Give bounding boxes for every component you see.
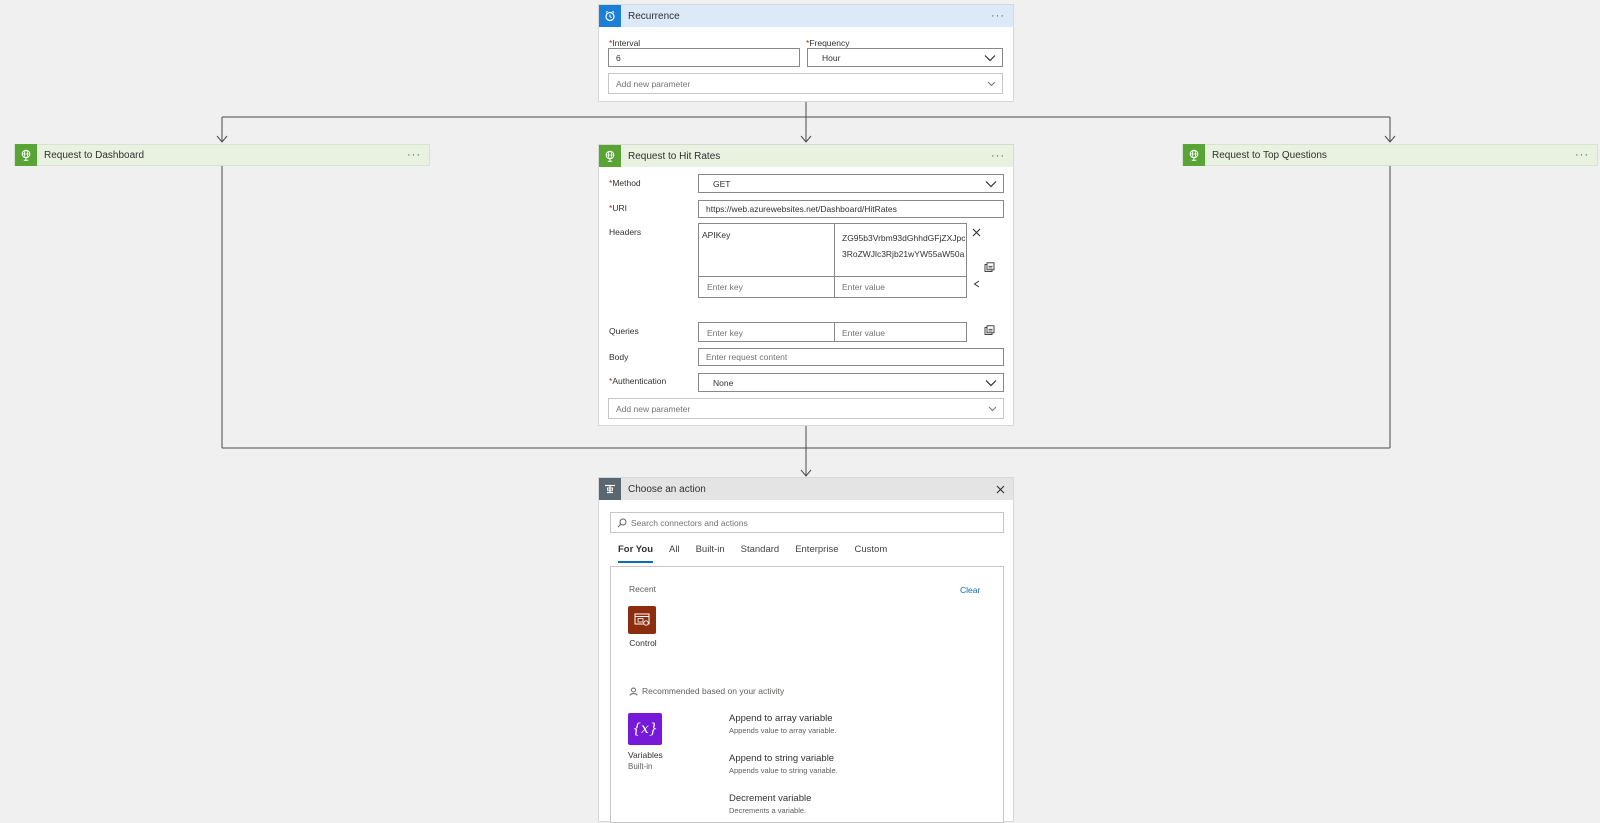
globe-icon <box>1183 144 1205 166</box>
header-value-input[interactable]: ZG95b3Vrbm93dGhhdGFjZXJpc 3RoZWJlc3Rjb21… <box>842 230 965 262</box>
top-questions-action-card[interactable]: Request to Top Questions ··· <box>1182 144 1598 166</box>
globe-icon <box>599 145 621 167</box>
close-icon <box>996 485 1004 493</box>
frequency-label: *Frequency <box>806 38 850 48</box>
dashboard-more-button[interactable]: ··· <box>405 149 423 161</box>
body-input[interactable]: Enter request content <box>698 348 1004 366</box>
recurrence-header[interactable]: Recurrence ··· <box>599 5 1013 27</box>
tab-all[interactable]: All <box>669 544 680 563</box>
switch-text-mode-icon[interactable] <box>984 325 995 336</box>
action-append-to-array-variable[interactable]: Append to array variable Appends value t… <box>729 713 837 735</box>
variables-tile-label: Variables <box>628 750 663 760</box>
choose-action-header: Choose an action <box>599 478 1013 500</box>
chevron-down-icon <box>988 406 997 411</box>
chevron-down-icon <box>987 81 996 86</box>
person-icon <box>629 687 638 696</box>
dashboard-action-card[interactable]: Request to Dashboard ··· <box>14 144 430 166</box>
recurrence-more-button[interactable]: ··· <box>989 10 1007 22</box>
operation-icon <box>599 478 621 500</box>
method-select[interactable]: GET <box>698 174 1004 193</box>
headers-table: APIKey ZG95b3Vrbm93dGhhdGFjZXJpc 3RoZWJl… <box>698 223 967 298</box>
hit-rates-header[interactable]: Request to Hit Rates ··· <box>599 145 1013 167</box>
switch-text-mode-icon[interactable] <box>984 262 995 273</box>
variables-icon: {x} <box>628 713 662 745</box>
queries-label: Queries <box>609 326 639 336</box>
clear-link[interactable]: Clear <box>960 585 980 595</box>
chevron-down-icon <box>985 180 997 187</box>
recurrence-card[interactable]: Recurrence ··· *Interval 6 *Frequency Ho… <box>598 4 1014 102</box>
header-new-value-input[interactable]: Enter value <box>842 282 885 292</box>
frequency-select[interactable]: Hour <box>807 48 1003 67</box>
search-input[interactable]: Search connectors and actions <box>610 512 1004 533</box>
uri-label: *URI <box>609 203 627 213</box>
header-key-input[interactable]: APIKey <box>702 230 730 240</box>
variables-tile-sublabel: Built-in <box>628 762 653 771</box>
action-decrement-variable[interactable]: Decrement variable Decrements a variable… <box>729 793 811 815</box>
top-questions-more-button[interactable]: ··· <box>1573 149 1591 161</box>
authentication-select[interactable]: None <box>698 373 1004 392</box>
add-parameter-select[interactable]: Add new parameter <box>608 73 1003 94</box>
headers-label: Headers <box>609 227 642 237</box>
chevron-down-icon <box>985 379 997 386</box>
close-icon[interactable] <box>972 228 981 237</box>
uri-input[interactable]: https://web.azurewebsites.net/Dashboard/… <box>698 200 1004 218</box>
tab-enterprise[interactable]: Enterprise <box>795 544 838 563</box>
body-label: Body <box>609 352 629 362</box>
close-button[interactable] <box>991 485 1009 494</box>
choose-action-card: Choose an action Search connectors and a… <box>598 477 1014 823</box>
control-tile[interactable]: Control <box>628 606 658 648</box>
queries-table: Enter key Enter value <box>698 322 967 342</box>
tab-custom[interactable]: Custom <box>855 544 888 563</box>
dashboard-title: Request to Dashboard <box>44 149 145 161</box>
remove-row-icon[interactable] <box>973 280 981 288</box>
recurrence-title: Recurrence <box>628 10 680 22</box>
query-value-input[interactable]: Enter value <box>842 328 885 338</box>
tab-for-you[interactable]: For You <box>618 544 654 563</box>
control-icon <box>628 606 656 634</box>
action-append-to-string-variable[interactable]: Append to string variable Appends value … <box>729 753 838 775</box>
choose-action-title: Choose an action <box>628 483 706 495</box>
method-label: *Method <box>609 178 641 188</box>
add-parameter-select[interactable]: Add new parameter <box>608 398 1004 419</box>
recommended-heading: Recommended based on your activity <box>629 686 784 696</box>
top-questions-title: Request to Top Questions <box>1212 149 1327 161</box>
hit-rates-title: Request to Hit Rates <box>628 150 721 162</box>
recent-label: Recent <box>629 584 656 594</box>
chevron-down-icon <box>984 54 996 61</box>
variables-tile[interactable]: {x} Variables Built-in <box>628 713 678 771</box>
globe-icon <box>15 144 37 166</box>
tab-standard[interactable]: Standard <box>741 544 780 563</box>
query-key-input[interactable]: Enter key <box>707 328 743 338</box>
category-tabs: For You All Built-in Standard Enterprise… <box>618 544 903 563</box>
hit-rates-more-button[interactable]: ··· <box>989 150 1007 162</box>
interval-label: *Interval <box>609 38 641 48</box>
authentication-label: *Authentication <box>609 376 667 386</box>
alarm-clock-icon <box>599 5 621 27</box>
header-new-key-input[interactable]: Enter key <box>707 282 743 292</box>
control-tile-label: Control <box>629 638 657 648</box>
search-icon <box>617 518 627 528</box>
hit-rates-action-card[interactable]: Request to Hit Rates ··· *Method GET *UR… <box>598 144 1014 426</box>
tab-built-in[interactable]: Built-in <box>696 544 725 563</box>
interval-input[interactable]: 6 <box>608 48 800 67</box>
results-panel: Recent Clear Control Recommended based o… <box>610 566 1004 823</box>
